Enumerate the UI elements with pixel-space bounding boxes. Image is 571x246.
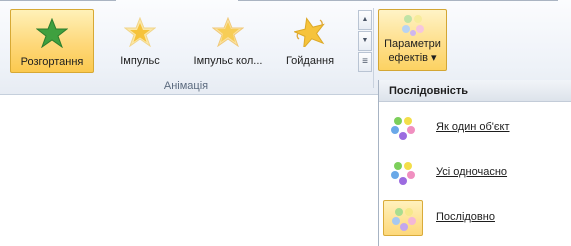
effect-options-button[interactable]: Параметри ефектів ▾ bbox=[378, 9, 447, 71]
ribbon-top-border bbox=[238, 0, 558, 1]
color-pulse-star-icon bbox=[186, 16, 270, 48]
menu-item-all-at-once[interactable]: Усі одночасно bbox=[379, 153, 571, 193]
effect-impuls[interactable]: Імпульс bbox=[98, 9, 182, 73]
menu-item-label: Усі одночасно bbox=[436, 166, 508, 178]
group-separator bbox=[373, 8, 374, 88]
effect-options-label: ефектів ▾ bbox=[388, 52, 437, 64]
effect-options-label: Параметри bbox=[384, 38, 441, 50]
menu-item-by-paragraph[interactable]: Послідовно bbox=[379, 198, 571, 238]
sequential-icon bbox=[383, 200, 423, 236]
teeter-star-icon bbox=[268, 17, 352, 50]
sequence-dropdown-menu: Послідовність Як один об'єкт Усі одночас… bbox=[378, 80, 571, 246]
chevron-up-icon: ▲ bbox=[361, 16, 369, 23]
menu-item-label: Як один об'єкт bbox=[436, 121, 510, 133]
effect-options-dots-icon bbox=[379, 14, 446, 36]
effect-rozgortannia[interactable]: Розгортання bbox=[10, 9, 94, 73]
group-label-animation: Анімація bbox=[163, 80, 209, 92]
all-at-once-icon bbox=[383, 155, 423, 191]
effect-label: Гойдання bbox=[285, 55, 335, 67]
effect-label: Імпульс кол... bbox=[193, 55, 263, 67]
effect-impuls-koloru[interactable]: Імпульс кол... bbox=[186, 9, 270, 73]
green-star-icon bbox=[11, 17, 93, 49]
effect-label: Імпульс bbox=[120, 55, 160, 67]
dropdown-header: Послідовність bbox=[379, 80, 571, 102]
gallery-more-button[interactable]: ≡ bbox=[358, 52, 372, 72]
as-one-object-icon bbox=[383, 110, 423, 146]
gallery-scroll-up-button[interactable]: ▲ bbox=[358, 10, 372, 30]
more-icon: ≡ bbox=[362, 56, 368, 67]
effect-label: Розгортання bbox=[20, 56, 84, 68]
effect-hoidannia[interactable]: Гойдання bbox=[268, 9, 352, 73]
ribbon-top-border bbox=[0, 0, 116, 1]
menu-item-as-one-object[interactable]: Як один об'єкт bbox=[379, 108, 571, 148]
menu-item-label: Послідовно bbox=[436, 211, 495, 223]
gallery-scroll-down-button[interactable]: ▼ bbox=[358, 31, 372, 51]
chevron-down-icon: ▼ bbox=[361, 37, 369, 44]
pulse-star-icon bbox=[98, 16, 182, 48]
